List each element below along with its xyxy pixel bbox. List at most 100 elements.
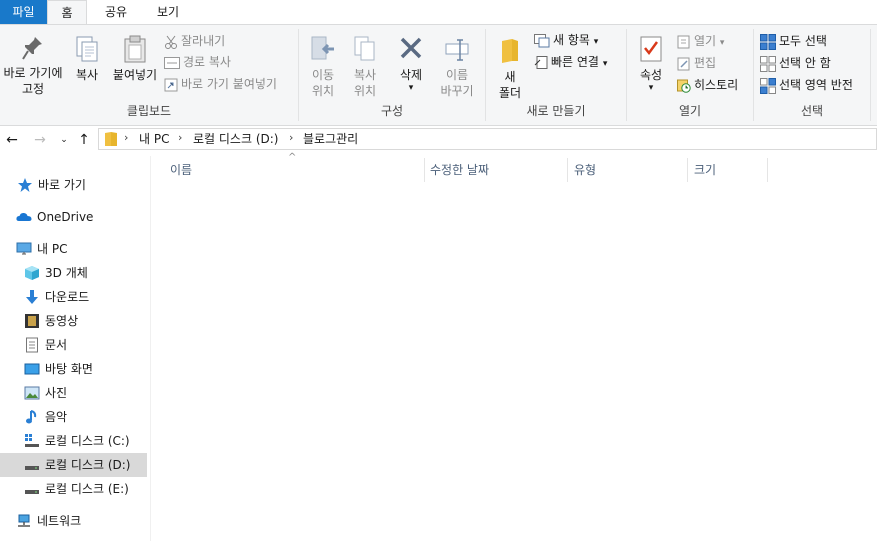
- breadcrumb-disk-d[interactable]: 로컬 디스크 (D:): [193, 131, 278, 147]
- paste-shortcut-label: 바로 가기 붙여넣기: [181, 77, 277, 91]
- history-label: 히스토리: [694, 78, 739, 92]
- nav-music[interactable]: 음악: [0, 405, 147, 429]
- copy-icon: [76, 36, 98, 62]
- column-header-name[interactable]: 이름: [170, 158, 192, 182]
- new-folder-button[interactable]: 새 폴더: [494, 37, 526, 101]
- scissors-icon: [165, 35, 177, 49]
- nav-videos[interactable]: 동영상: [0, 309, 147, 333]
- path-icon: [164, 56, 180, 69]
- picture-icon: [24, 386, 40, 400]
- easy-access-button[interactable]: 빠른 연결 ▾: [534, 52, 607, 72]
- new-item-button[interactable]: 새 항목 ▾: [534, 30, 598, 50]
- nav-quick-access[interactable]: 바로 가기: [0, 173, 147, 197]
- rename-icon: [445, 39, 469, 61]
- organize-group: 이동 위치 복사 위치 삭제 ▾ 이름 바꾸기 구성: [299, 25, 485, 125]
- delete-dropdown-icon[interactable]: ▾: [393, 83, 429, 93]
- invert-selection-button[interactable]: 선택 영역 반전: [760, 75, 853, 95]
- nav-disk-d-label: 로컬 디스크 (D:): [45, 458, 131, 472]
- breadcrumb-separator-icon[interactable]: ›: [289, 131, 293, 144]
- delete-button[interactable]: 삭제 ▾: [393, 35, 429, 93]
- new-group-label: 새로 만들기: [526, 104, 586, 118]
- ribbon: 바로 가기에 고정 복사 붙여넣기 잘라내기 경로 복사 바로 가기 붙여넣기 …: [0, 24, 877, 126]
- nav-desktop[interactable]: 바탕 화면: [0, 357, 147, 381]
- move-to-icon: [311, 36, 334, 60]
- recent-locations-chevron-icon[interactable]: ⌄: [54, 130, 74, 150]
- clipboard-icon: [124, 35, 146, 63]
- column-divider[interactable]: [687, 158, 688, 182]
- nav-disk-e-label: 로컬 디스크 (E:): [45, 482, 129, 496]
- nav-quick-access-label: 바로 가기: [38, 178, 86, 192]
- group-divider: [870, 29, 871, 121]
- copy-to-button[interactable]: 복사 위치: [345, 35, 385, 99]
- delete-label: 삭제: [399, 68, 423, 82]
- nav-videos-label: 동영상: [45, 314, 79, 328]
- rename-button[interactable]: 이름 바꾸기: [435, 35, 479, 99]
- copy-path-label: 경로 복사: [183, 55, 231, 69]
- nav-disk-d[interactable]: 로컬 디스크 (D:): [0, 453, 147, 477]
- nav-music-label: 음악: [45, 410, 68, 424]
- drive-icon: [25, 466, 39, 470]
- nav-this-pc[interactable]: 내 PC: [0, 237, 147, 261]
- nav-disk-e[interactable]: 로컬 디스크 (E:): [0, 477, 147, 501]
- nav-disk-c[interactable]: 로컬 디스크 (C:): [0, 429, 147, 453]
- open-group: 속성 ▾ 열기 ▾ 편집 히스토리 열기: [627, 25, 753, 125]
- column-header-size[interactable]: 크기: [694, 158, 716, 182]
- properties-button[interactable]: 속성 ▾: [635, 35, 667, 93]
- breadcrumb-current-folder[interactable]: 블로그관리: [303, 131, 358, 147]
- pin-quick-access-button[interactable]: 바로 가기에 고정: [0, 35, 66, 97]
- edit-button[interactable]: 편집: [677, 53, 716, 73]
- desktop-icon: [24, 363, 40, 375]
- document-icon: [26, 337, 38, 353]
- nav-network[interactable]: 네트워크: [0, 509, 147, 533]
- star-icon: [18, 178, 32, 192]
- column-divider[interactable]: [424, 158, 425, 182]
- move-to-button[interactable]: 이동 위치: [303, 35, 343, 99]
- column-divider[interactable]: [567, 158, 568, 182]
- select-none-button[interactable]: 선택 안 함: [760, 53, 831, 73]
- properties-check-icon: [640, 36, 662, 62]
- easy-access-label: 빠른 연결: [551, 55, 599, 69]
- copy-path-button[interactable]: 경로 복사: [164, 52, 231, 72]
- new-item-label: 새 항목: [553, 33, 590, 47]
- rename-label: 이름 바꾸기: [440, 68, 474, 98]
- column-header-type[interactable]: 유형: [574, 158, 596, 182]
- nav-pictures-label: 사진: [45, 386, 68, 400]
- up-arrow-icon[interactable]: ↑: [74, 130, 94, 150]
- select-group-label: 선택: [800, 104, 824, 118]
- history-button[interactable]: 히스토리: [677, 75, 738, 95]
- select-all-button[interactable]: 모두 선택: [760, 31, 827, 51]
- nav-documents[interactable]: 문서: [0, 333, 147, 357]
- paste-shortcut-button[interactable]: 바로 가기 붙여넣기: [164, 74, 277, 94]
- download-arrow-icon: [26, 290, 38, 304]
- breadcrumb-separator-icon[interactable]: ›: [124, 131, 128, 144]
- select-all-icon: [760, 33, 776, 50]
- address-bar[interactable]: › 내 PC › 로컬 디스크 (D:) › 블로그관리: [98, 128, 877, 150]
- column-header-modified[interactable]: 수정한 날짜: [430, 158, 489, 182]
- breadcrumb-separator-icon[interactable]: ›: [178, 131, 182, 144]
- cut-button[interactable]: 잘라내기: [164, 31, 225, 51]
- pane-divider[interactable]: [150, 156, 151, 541]
- open-label: 열기: [694, 34, 717, 48]
- open-icon: [677, 35, 690, 48]
- address-bar-row: ← → ⌄ ↑ › 내 PC › 로컬 디스크 (D:) › 블로그관리: [0, 126, 877, 154]
- music-note-icon: [26, 410, 37, 424]
- ribbon-tab-bar: 파일 홈 공유 보기: [0, 0, 877, 24]
- nav-onedrive[interactable]: OneDrive: [0, 205, 147, 229]
- tab-home[interactable]: 홈: [47, 0, 87, 24]
- tab-view[interactable]: 보기: [146, 0, 190, 24]
- nav-3d-objects-label: 3D 개체: [45, 266, 88, 280]
- tab-share[interactable]: 공유: [92, 0, 140, 24]
- copy-to-label: 복사 위치: [353, 68, 377, 98]
- paste-button[interactable]: 붙여넣기: [108, 35, 162, 83]
- nav-pictures[interactable]: 사진: [0, 381, 147, 405]
- tab-file[interactable]: 파일: [0, 0, 47, 24]
- nav-3d-objects[interactable]: 3D 개체: [0, 261, 147, 285]
- copy-button[interactable]: 복사: [68, 35, 106, 83]
- properties-dropdown-icon[interactable]: ▾: [635, 83, 667, 93]
- column-divider[interactable]: [767, 158, 768, 182]
- breadcrumb-this-pc[interactable]: 내 PC: [139, 131, 169, 147]
- open-button[interactable]: 열기 ▾: [677, 31, 724, 51]
- nav-downloads[interactable]: 다운로드: [0, 285, 147, 309]
- forward-arrow-icon[interactable]: →: [30, 130, 50, 150]
- back-arrow-icon[interactable]: ←: [2, 130, 22, 150]
